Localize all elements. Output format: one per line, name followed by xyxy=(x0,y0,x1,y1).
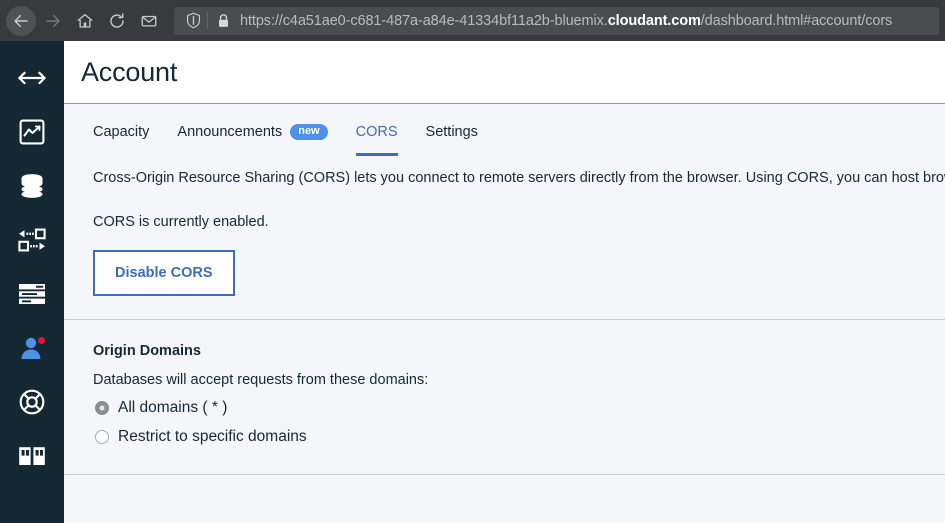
radio-option-restrict-domains[interactable]: Restrict to specific domains xyxy=(93,417,945,446)
expand-arrows-icon xyxy=(18,71,46,85)
sidebar-item-jobs[interactable] xyxy=(0,267,64,321)
jobs-list-icon xyxy=(19,284,45,304)
origin-domains-title: Origin Domains xyxy=(93,343,201,359)
page-title: Account xyxy=(81,56,178,87)
url-prefix: https://c4a51ae0-c681-487a-a84e-41334bf1… xyxy=(240,12,608,29)
toolbar-divider xyxy=(207,12,208,29)
replication-icon xyxy=(18,228,46,252)
monitoring-chart-icon xyxy=(19,119,45,145)
account-notification-badge xyxy=(37,336,46,345)
origin-domains-description: Databases will accept requests from thes… xyxy=(93,372,429,388)
sidebar-item-replication[interactable] xyxy=(0,213,64,267)
radio-option-all-domains[interactable]: All domains ( * ) xyxy=(93,388,945,417)
url-text: https://c4a51ae0-c681-487a-a84e-41334bf1… xyxy=(240,13,892,29)
database-stack-icon xyxy=(21,174,43,198)
tab-capacity[interactable]: Capacity xyxy=(93,124,149,156)
browser-toolbar: https://c4a51ae0-c681-487a-a84e-41334bf1… xyxy=(0,0,945,41)
tab-announcements[interactable]: Announcements new xyxy=(177,124,328,156)
url-domain: cloudant.com xyxy=(607,12,701,29)
tab-bar: Capacity Announcements new CORS Settings xyxy=(64,104,945,156)
radio-all-domains-label: All domains ( * ) xyxy=(118,399,228,416)
reload-button[interactable] xyxy=(102,6,132,36)
address-bar[interactable]: https://c4a51ae0-c681-487a-a84e-41334bf1… xyxy=(174,6,939,35)
forward-button[interactable] xyxy=(38,6,68,36)
tab-settings-label: Settings xyxy=(425,124,478,140)
lock-icon xyxy=(215,13,231,29)
origin-domains-section: Origin Domains Databases will accept req… xyxy=(64,320,945,446)
main-content: Account Capacity Announcements new CORS … xyxy=(64,41,945,523)
tab-announcements-new-badge: new xyxy=(290,124,328,140)
shield-icon[interactable] xyxy=(182,12,204,29)
cors-status-text: CORS is currently enabled. xyxy=(93,214,269,230)
app-window: Account Capacity Announcements new CORS … xyxy=(0,41,945,523)
cors-panel: Cross-Origin Resource Sharing (CORS) let… xyxy=(64,156,945,523)
back-arrow-icon xyxy=(14,14,28,27)
cors-description: Cross-Origin Resource Sharing (CORS) let… xyxy=(93,170,945,186)
sidebar-item-monitoring[interactable] xyxy=(0,105,64,159)
cors-enable-section: Cross-Origin Resource Sharing (CORS) let… xyxy=(64,156,945,296)
forward-arrow-icon xyxy=(46,14,60,27)
tab-cors-label: CORS xyxy=(355,124,398,140)
mail-button[interactable] xyxy=(134,6,164,36)
url-suffix: /dashboard.html#account/cors xyxy=(700,12,893,29)
radio-all-domains-mark[interactable] xyxy=(95,401,109,415)
section-divider-bottom xyxy=(64,474,945,475)
sidebar-item-docs[interactable] xyxy=(0,429,64,483)
tab-announcements-label: Announcements xyxy=(177,124,283,140)
tab-capacity-label: Capacity xyxy=(93,124,150,140)
disable-cors-button[interactable]: Disable CORS xyxy=(93,250,235,296)
back-button[interactable] xyxy=(6,5,36,36)
sidebar-item-support[interactable] xyxy=(0,375,64,429)
tab-settings[interactable]: Settings xyxy=(426,124,478,156)
mail-icon xyxy=(141,15,157,27)
radio-restrict-domains-mark[interactable] xyxy=(95,430,109,444)
radio-restrict-domains-label: Restrict to specific domains xyxy=(118,428,307,445)
home-button[interactable] xyxy=(70,6,100,36)
page-header: Account xyxy=(64,41,945,104)
reload-icon xyxy=(110,12,124,28)
sidebar-item-expand-collapse[interactable] xyxy=(0,51,64,105)
home-icon xyxy=(77,13,93,28)
lifering-support-icon xyxy=(19,389,45,415)
sidebar-item-account[interactable] xyxy=(0,321,64,375)
left-sidebar xyxy=(0,41,64,523)
sidebar-item-databases[interactable] xyxy=(0,159,64,213)
docs-book-icon xyxy=(19,447,45,465)
tab-cors[interactable]: CORS xyxy=(355,124,398,156)
